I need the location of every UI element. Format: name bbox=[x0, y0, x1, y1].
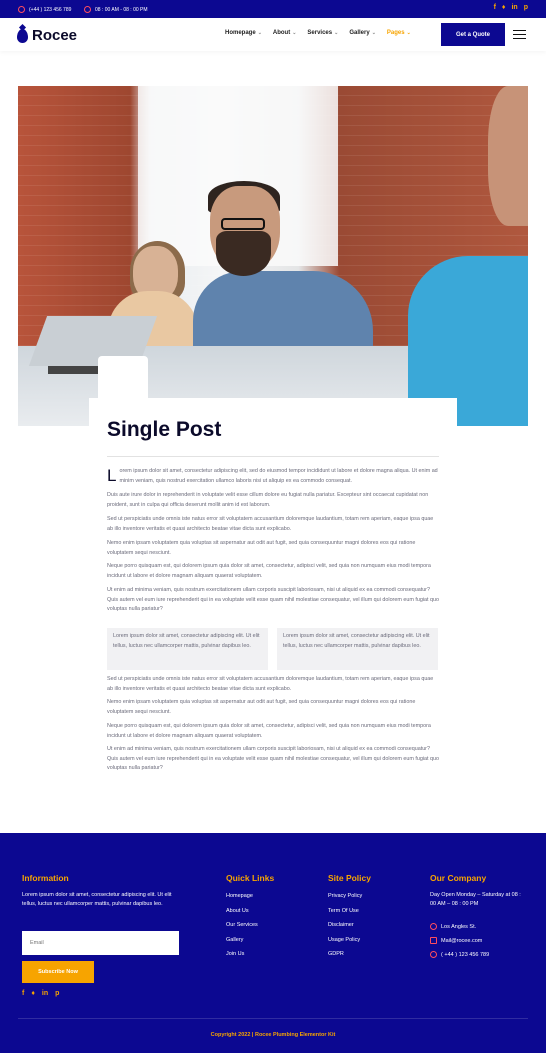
water-drop-icon bbox=[17, 28, 28, 43]
footer-info-title: Information bbox=[22, 873, 69, 883]
footer-info-text: Lorem ipsum dolor sit amet, consectetur … bbox=[22, 892, 172, 907]
nav-label: Homepage bbox=[225, 30, 256, 36]
nav-label: Pages bbox=[386, 30, 405, 36]
phone-icon bbox=[18, 6, 25, 13]
footer-divider bbox=[18, 1018, 528, 1019]
chevron-down-icon: ⌄ bbox=[334, 30, 339, 36]
post-featured-image bbox=[18, 86, 528, 426]
email-field[interactable] bbox=[22, 931, 179, 955]
chevron-down-icon: ⌄ bbox=[371, 30, 376, 36]
post-paragraph: Sed ut perspiciatis unde omnis iste natu… bbox=[107, 676, 434, 692]
subscribe-button[interactable]: Subscribe Now bbox=[22, 961, 94, 983]
facebook-icon[interactable]: f bbox=[494, 4, 496, 11]
footer-link-gdpr[interactable]: GDPR bbox=[328, 951, 344, 957]
post-paragraph: Duis aute irure dolor in reprehenderit i… bbox=[107, 492, 429, 508]
facebook-icon[interactable]: f bbox=[22, 990, 24, 997]
menu-icon[interactable] bbox=[513, 30, 526, 42]
address-text: Los Angles St. bbox=[441, 923, 477, 930]
footer-link-homepage[interactable]: Homepage bbox=[226, 893, 253, 899]
post-paragraph: Nemo enim ipsam voluptatem quia voluptas… bbox=[107, 540, 416, 556]
nav-item-gallery[interactable]: Gallery ⌄ bbox=[349, 30, 376, 36]
chevron-down-icon: ⌄ bbox=[292, 30, 297, 36]
footer-address: Los Angles St. bbox=[430, 923, 476, 930]
topbar-hours-text: 08 : 00 AM - 08 : 00 PM bbox=[95, 6, 148, 13]
nav-item-homepage[interactable]: Homepage ⌄ bbox=[225, 30, 262, 36]
post-paragraph: Neque porro quisquam est, qui dolorem ip… bbox=[107, 723, 431, 739]
chevron-down-icon: ⌄ bbox=[257, 30, 262, 36]
footer-site-policy-title: Site Policy bbox=[328, 873, 371, 883]
phone-text: ( +44 ) 123 456 789 bbox=[441, 951, 490, 958]
paragraph-text: orem ipsum dolor sit amet, consectetur a… bbox=[119, 468, 438, 484]
post-paragraph: Neque porro quisquam est, qui dolorem ip… bbox=[107, 563, 431, 579]
topbar-social: f ♦ in p bbox=[494, 4, 528, 11]
footer-link-privacy[interactable]: Privacy Policy bbox=[328, 893, 362, 899]
pinterest-icon[interactable]: p bbox=[524, 4, 528, 11]
page-title: Single Post bbox=[107, 418, 222, 441]
footer-link-usage[interactable]: Usage Policy bbox=[328, 937, 360, 943]
copyright-text: Copyright 2022 | Rocee Plumbing Elemento… bbox=[210, 1032, 336, 1038]
topbar-phone-text: (+44 ) 123 456 789 bbox=[29, 6, 72, 13]
footer-company-hours: Day Open Monday – Saturday at 08 : 00 AM… bbox=[430, 892, 521, 907]
footer-company-title: Our Company bbox=[430, 873, 487, 883]
twitter-icon[interactable]: ♦ bbox=[31, 990, 35, 997]
footer-link-terms[interactable]: Term Of Use bbox=[328, 908, 359, 914]
topbar-phone[interactable]: (+44 ) 123 456 789 bbox=[18, 6, 71, 13]
post-paragraph: Nemo enim ipsam voluptatem quia voluptas… bbox=[107, 699, 416, 715]
nav-label: Gallery bbox=[349, 30, 370, 36]
mail-icon bbox=[430, 937, 437, 944]
footer-link-disclaimer[interactable]: Disclaimer bbox=[328, 922, 354, 928]
nav-item-pages[interactable]: Pages ⌄ bbox=[387, 30, 411, 36]
topbar-hours: 08 : 00 AM - 08 : 00 PM bbox=[84, 6, 148, 13]
logo-text: Rocee bbox=[32, 27, 78, 44]
linkedin-icon[interactable]: in bbox=[511, 4, 517, 11]
footer-quick-links-title: Quick Links bbox=[226, 873, 275, 883]
dropcap: L bbox=[107, 466, 117, 485]
site-footer: Information Lorem ipsum dolor sit amet, … bbox=[0, 833, 546, 1053]
linkedin-icon[interactable]: in bbox=[42, 990, 48, 997]
footer-email[interactable]: Mail@rocee.com bbox=[430, 937, 482, 944]
chevron-down-icon: ⌄ bbox=[406, 30, 411, 36]
email-text: Mail@rocee.com bbox=[441, 937, 483, 944]
pinterest-icon[interactable]: p bbox=[55, 990, 59, 997]
nav-item-about[interactable]: About ⌄ bbox=[273, 30, 297, 36]
post-paragraph: Ut enim ad minima veniam, quis nostrum e… bbox=[107, 746, 440, 771]
footer-social: f ♦ in p bbox=[22, 990, 59, 997]
phone-icon bbox=[430, 951, 437, 958]
nav-label: Services bbox=[307, 30, 333, 36]
post-paragraph: L orem ipsum dolor sit amet, consectetur… bbox=[107, 467, 439, 486]
footer-link-about[interactable]: About Us bbox=[226, 908, 249, 914]
footer-link-join[interactable]: Join Us bbox=[226, 951, 244, 957]
nav-item-services[interactable]: Services ⌄ bbox=[307, 30, 338, 36]
title-divider bbox=[107, 456, 439, 457]
highlight-box: Lorem ipsum dolor sit amet, consectetur … bbox=[277, 628, 438, 670]
footer-link-services[interactable]: Our Services bbox=[226, 922, 258, 928]
map-pin-icon bbox=[430, 923, 437, 930]
highlight-box: Lorem ipsum dolor sit amet, consectetur … bbox=[107, 628, 268, 670]
main-nav: Homepage ⌄ About ⌄ Services ⌄ Gallery ⌄ … bbox=[225, 30, 411, 36]
nav-label: About bbox=[272, 30, 291, 36]
site-header: Rocee Homepage ⌄ About ⌄ Services ⌄ Gall… bbox=[0, 18, 546, 51]
site-logo[interactable]: Rocee bbox=[17, 27, 77, 44]
top-bar: (+44 ) 123 456 789 08 : 00 AM - 08 : 00 … bbox=[0, 0, 546, 18]
footer-phone[interactable]: ( +44 ) 123 456 789 bbox=[430, 951, 489, 958]
clock-icon bbox=[84, 6, 91, 13]
post-paragraph: Sed ut perspiciatis unde omnis iste natu… bbox=[107, 516, 434, 532]
footer-link-gallery[interactable]: Gallery bbox=[226, 937, 243, 943]
twitter-icon[interactable]: ♦ bbox=[502, 4, 506, 11]
get-quote-button[interactable]: Get a Quote bbox=[441, 23, 505, 46]
post-paragraph: Ut enim ad minima veniam, quis nostrum e… bbox=[107, 587, 440, 612]
